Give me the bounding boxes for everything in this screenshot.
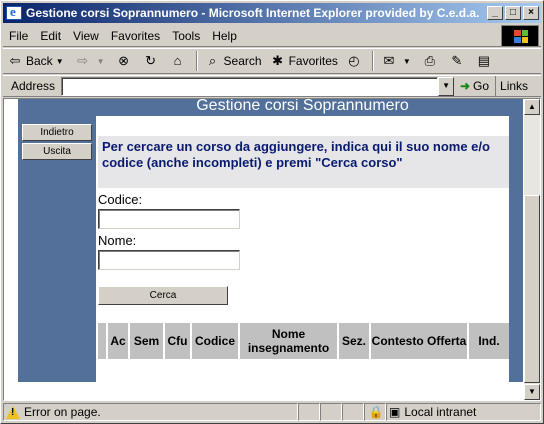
print-button[interactable]: ⎙ — [418, 50, 445, 72]
menu-edit[interactable]: Edit — [34, 29, 67, 43]
status-panel — [320, 403, 342, 421]
back-link-button[interactable]: Indietro — [22, 124, 92, 141]
column-header: Sem — [130, 323, 165, 359]
scroll-thumb[interactable] — [524, 195, 540, 383]
column-header: Cfu — [165, 323, 192, 359]
page-viewport: Gestione corsi Soprannumero Indietro Usc… — [3, 98, 541, 401]
search-icon: ⌕ — [208, 53, 217, 68]
menu-view[interactable]: View — [67, 29, 105, 43]
address-label: Address — [11, 79, 56, 93]
forward-arrow-icon: ⇨ — [77, 53, 89, 68]
results-table-header: Ac Sem Cfu Codice Nome insegnamento Sez.… — [98, 323, 509, 359]
close-button[interactable]: × — [523, 6, 539, 20]
stop-icon: ⊗ — [118, 53, 129, 68]
scroll-up-button[interactable]: ▲ — [524, 99, 540, 115]
back-arrow-icon: ⇦ — [9, 53, 21, 68]
discuss-button[interactable]: ▤ — [472, 50, 499, 72]
status-panel — [342, 403, 364, 421]
content-panel: Per cercare un corso da aggiungere, indi… — [96, 116, 509, 382]
minimize-button[interactable]: _ — [487, 6, 503, 20]
intranet-icon: ▣ — [389, 405, 401, 419]
edit-button[interactable]: ✎ — [445, 50, 472, 72]
address-input[interactable] — [61, 76, 439, 96]
home-icon: ⌂ — [173, 53, 182, 68]
table-row-marker — [98, 323, 108, 359]
page-title: Gestione corsi Soprannumero — [196, 98, 409, 114]
vertical-scrollbar[interactable]: ▲ ▼ — [524, 99, 540, 400]
chevron-down-icon[interactable]: ▼ — [403, 57, 411, 66]
browser-window: Gestione corsi Soprannumero - Microsoft … — [0, 0, 544, 424]
column-header: Ac — [108, 323, 130, 359]
nome-label: Nome: — [98, 233, 137, 248]
chevron-down-icon[interactable]: ▼ — [438, 76, 454, 96]
chevron-down-icon[interactable]: ▼ — [97, 57, 105, 66]
menu-favorites[interactable]: Favorites — [105, 29, 166, 43]
links-button[interactable]: Links » — [495, 76, 541, 113]
column-header: Contesto Offerta — [371, 323, 469, 359]
home-button[interactable]: ⌂ — [166, 50, 193, 72]
menu-bar: File Edit View Favorites Tools Help — [3, 25, 541, 47]
instructions-text: Per cercare un corso da aggiungere, indi… — [98, 136, 509, 188]
address-bar: Address ▼ ➜ Go Links » — [3, 75, 541, 113]
column-header: Codice — [192, 323, 240, 359]
standard-toolbar: ⇦ Back ▼ ⇨ ▼ ⊗ ↻ ⌂ ⌕ Search ✱ Favorites … — [3, 48, 541, 74]
mail-icon: ✉ — [383, 53, 395, 68]
back-button[interactable]: ⇦ Back ▼ — [3, 50, 71, 72]
lock-icon: 🔒 — [364, 403, 386, 421]
maximize-button[interactable]: □ — [505, 6, 521, 20]
window-title: Gestione corsi Soprannumero - Microsoft … — [26, 6, 480, 20]
toolbar-separator — [195, 51, 198, 71]
status-panel — [298, 403, 320, 421]
toolbar-separator — [371, 51, 374, 71]
go-arrow-icon: ➜ — [459, 79, 470, 93]
refresh-icon: ↻ — [145, 53, 156, 68]
column-header: Sez. — [339, 323, 371, 359]
chevron-down-icon[interactable]: ▼ — [56, 57, 64, 66]
zone-panel: ▣ Local intranet — [386, 403, 541, 421]
codice-input[interactable] — [98, 209, 240, 229]
title-bar: Gestione corsi Soprannumero - Microsoft … — [3, 3, 541, 23]
page-frame: Gestione corsi Soprannumero Indietro Usc… — [18, 99, 523, 382]
search-button[interactable]: ⌕ Search — [201, 50, 266, 72]
stop-button[interactable]: ⊗ — [112, 50, 139, 72]
menu-tools[interactable]: Tools — [166, 29, 206, 43]
history-button[interactable]: ◴ — [342, 50, 369, 72]
refresh-button[interactable]: ↻ — [139, 50, 166, 72]
document-icon: ▤ — [477, 53, 490, 68]
warning-icon — [6, 405, 20, 419]
status-message[interactable]: Error on page. — [3, 403, 298, 421]
go-button[interactable]: ➜ Go — [454, 79, 495, 93]
column-header: Ind. — [478, 334, 500, 348]
mail-button[interactable]: ✉ ▼ — [377, 50, 418, 72]
cerca-button[interactable]: Cerca — [98, 286, 228, 305]
menu-file[interactable]: File — [3, 29, 34, 43]
exit-button[interactable]: Uscita — [22, 143, 92, 160]
ie-icon — [6, 4, 22, 20]
codice-label: Codice: — [98, 192, 143, 207]
forward-button[interactable]: ⇨ ▼ — [71, 50, 112, 72]
menu-help[interactable]: Help — [206, 29, 243, 43]
star-icon: ✱ — [272, 53, 284, 68]
printer-icon: ⎙ — [424, 53, 436, 68]
favorites-button[interactable]: ✱ Favorites — [266, 50, 342, 72]
scroll-down-button[interactable]: ▼ — [524, 384, 540, 400]
history-icon: ◴ — [348, 53, 360, 68]
column-header: Nome insegnamento — [240, 323, 339, 359]
windows-logo-icon — [501, 25, 539, 47]
edit-icon: ✎ — [451, 53, 463, 68]
status-bar: Error on page. 🔒 ▣ Local intranet — [3, 402, 541, 422]
nome-input[interactable] — [98, 250, 240, 270]
